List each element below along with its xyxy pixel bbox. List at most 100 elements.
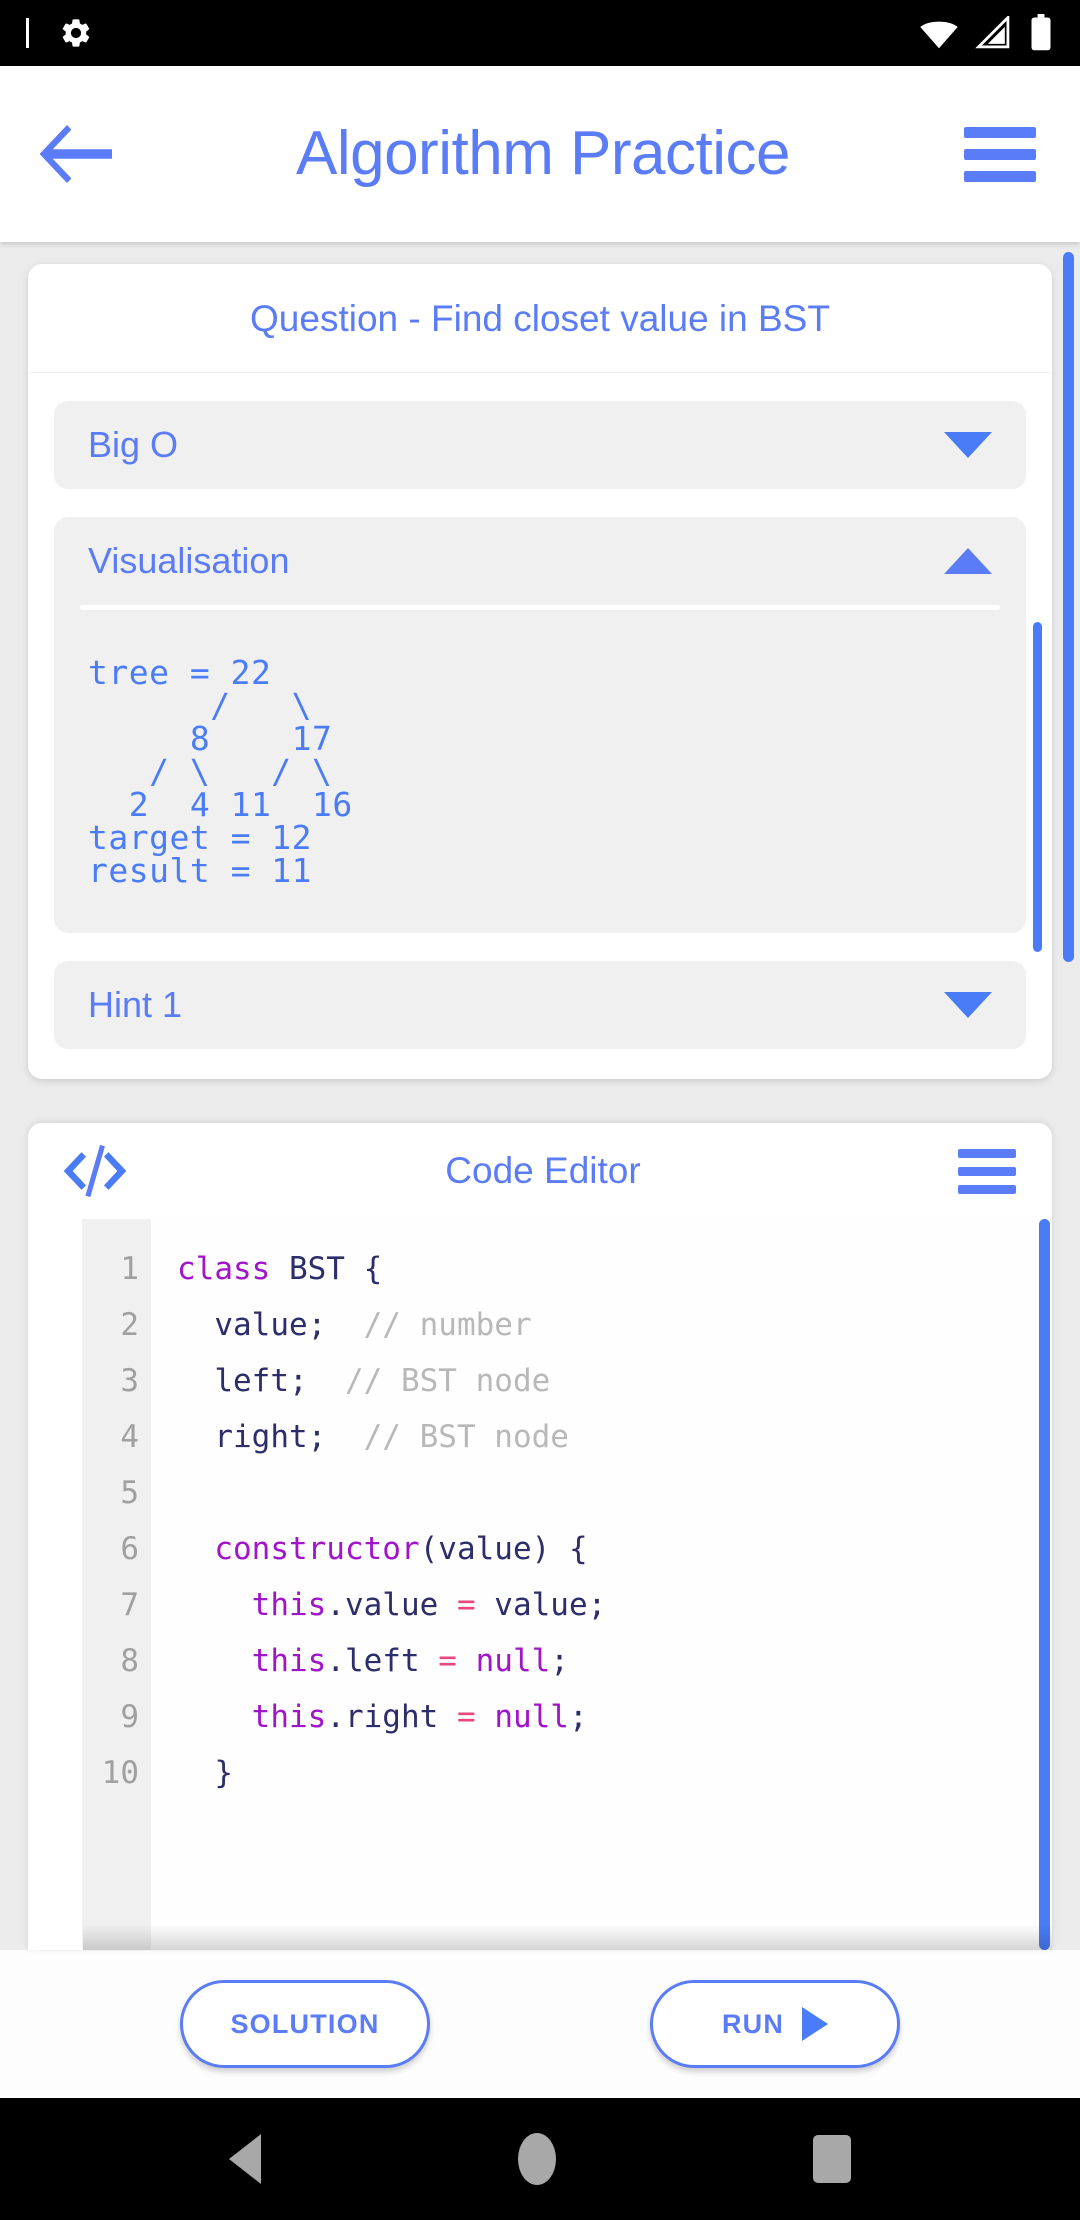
accordion-hint-1-label: Hint 1 — [88, 984, 183, 1025]
code-token: this — [177, 1587, 327, 1623]
run-button[interactable]: RUN — [650, 1980, 900, 2068]
question-accordion-list: Big O Visualisation tree = 22 / \ 8 17 /… — [28, 373, 1052, 1079]
app-root: Algorithm Practice Question - Find close… — [0, 0, 1080, 2220]
cell-signal-icon — [975, 16, 1010, 49]
code-line: this.value = value; — [177, 1577, 1052, 1633]
code-token: // number — [363, 1307, 532, 1343]
solution-button-label: SOLUTION — [230, 2008, 380, 2039]
code-token: value; — [475, 1587, 607, 1623]
nav-home-icon[interactable] — [517, 2133, 556, 2185]
code-line-number: 9 — [120, 1699, 139, 1735]
code-line-number: 8 — [120, 1643, 139, 1679]
code-line: constructor(value) { — [177, 1521, 1052, 1577]
hamburger-bar-3 — [958, 1184, 1016, 1194]
code-editor-area[interactable]: 1 2 3 4 5 6 7 8 9 10 class BST { value; // number… — [82, 1219, 1052, 1950]
page-title: Algorithm Practice — [295, 119, 791, 188]
hamburger-bar-2 — [964, 148, 1036, 160]
code-token: // BST node — [344, 1363, 551, 1399]
accordion-hint-1-header[interactable]: Hint 1 — [54, 961, 1026, 1049]
code-brackets-icon — [63, 1144, 127, 1198]
play-icon — [802, 2007, 829, 2041]
code-token: ; — [550, 1643, 569, 1679]
android-nav-bar — [0, 2098, 1080, 2220]
run-button-label: RUN — [721, 2008, 785, 2039]
code-token: right; — [177, 1419, 364, 1455]
hamburger-bar-2 — [958, 1166, 1016, 1176]
code-token: = — [438, 1643, 457, 1679]
code-content[interactable]: class BST { value; // number left; // BS… — [151, 1219, 1052, 1950]
code-line-numbers: 1 2 3 4 5 6 7 8 9 10 — [83, 1219, 151, 1950]
code-token: (value) { — [419, 1531, 588, 1567]
code-line-number: 3 — [120, 1363, 139, 1399]
code-token: .value — [326, 1587, 457, 1623]
wifi-icon — [920, 21, 958, 49]
accordion-big-o-label: Big O — [88, 424, 179, 465]
code-editor-header: Code Editor — [28, 1123, 1052, 1219]
accordion-visualisation-label: Visualisation — [88, 540, 290, 581]
code-token: // BST node — [363, 1419, 569, 1455]
solution-button[interactable]: SOLUTION — [180, 1980, 430, 2068]
nav-back-icon[interactable] — [228, 2134, 261, 2184]
code-line-number: 5 — [120, 1475, 139, 1511]
code-token: = — [456, 1699, 476, 1735]
text-cursor-icon — [26, 18, 29, 48]
question-title: Question - Find closet value in BST — [28, 264, 1052, 373]
accordion-big-o-header[interactable]: Big O — [54, 401, 1026, 489]
code-line-number: 4 — [120, 1419, 139, 1455]
code-token: .left — [326, 1643, 439, 1679]
code-line-number: 10 — [101, 1755, 139, 1791]
code-token: constructor — [177, 1531, 420, 1567]
question-card: Question - Find closet value in BST Big … — [28, 264, 1052, 1079]
visualisation-scrollbar[interactable] — [1033, 622, 1042, 952]
code-token: this — [177, 1699, 327, 1735]
battery-icon — [1031, 14, 1051, 51]
code-line: this.left = null; — [177, 1633, 1052, 1689]
code-editor-title: Code Editor — [445, 1150, 641, 1191]
code-token: .right — [326, 1699, 457, 1735]
accordion-visualisation: Visualisation tree = 22 / \ 8 17 / \ / \… — [54, 517, 1042, 952]
hamburger-menu-icon[interactable] — [958, 1148, 1016, 1194]
hamburger-bar-1 — [958, 1148, 1016, 1158]
code-token: null — [475, 1643, 551, 1679]
code-token: class — [177, 1251, 289, 1287]
code-line: left; // BST node — [177, 1353, 1052, 1409]
page-body: Question - Find closet value in BST Big … — [0, 242, 1080, 2098]
hamburger-bar-3 — [964, 170, 1036, 182]
code-editor-scrollbar[interactable] — [1039, 1219, 1050, 1950]
code-token: BST { — [288, 1251, 383, 1287]
code-line-number: 1 — [120, 1251, 139, 1287]
code-editor-card: Code Editor 1 2 3 4 5 6 7 8 9 10 class BST { valu… — [28, 1123, 1052, 1950]
back-arrow-icon[interactable] — [38, 122, 114, 186]
code-token: value; — [177, 1307, 364, 1343]
chevron-down-icon — [944, 432, 992, 458]
hamburger-bar-1 — [964, 126, 1036, 138]
accordion-visualisation-header[interactable]: Visualisation — [54, 517, 1026, 605]
accordion-hint-1: Hint 1 — [54, 961, 1026, 1049]
page-scrollbar[interactable] — [1063, 252, 1074, 962]
code-token: ; — [568, 1699, 588, 1735]
status-bar — [0, 0, 1080, 66]
status-bar-right — [918, 14, 1054, 52]
accordion-big-o: Big O — [54, 401, 1026, 489]
code-token: this — [177, 1643, 327, 1679]
visualisation-body: tree = 22 / \ 8 17 / \ / \ 2 4 11 16 tar… — [54, 610, 1042, 952]
code-line: this.right = null; — [177, 1689, 1052, 1745]
chevron-up-icon — [944, 548, 992, 574]
chevron-down-icon — [944, 992, 992, 1018]
code-line-number: 7 — [120, 1587, 139, 1623]
gear-icon — [62, 19, 90, 47]
hamburger-menu-icon[interactable] — [964, 126, 1036, 182]
code-line: class BST { — [177, 1241, 1052, 1297]
code-line-number: 2 — [120, 1307, 139, 1343]
action-bar: SOLUTION RUN — [0, 1950, 1080, 2098]
code-line: right; // BST node — [177, 1409, 1052, 1465]
status-bar-left — [26, 16, 93, 50]
code-token: null — [494, 1699, 569, 1735]
visualisation-ascii-tree: tree = 22 / \ 8 17 / \ / \ 2 4 11 16 tar… — [88, 653, 353, 890]
code-token: } — [177, 1755, 233, 1791]
nav-recents-icon[interactable] — [813, 2135, 852, 2183]
code-line: value; // number — [177, 1297, 1052, 1353]
